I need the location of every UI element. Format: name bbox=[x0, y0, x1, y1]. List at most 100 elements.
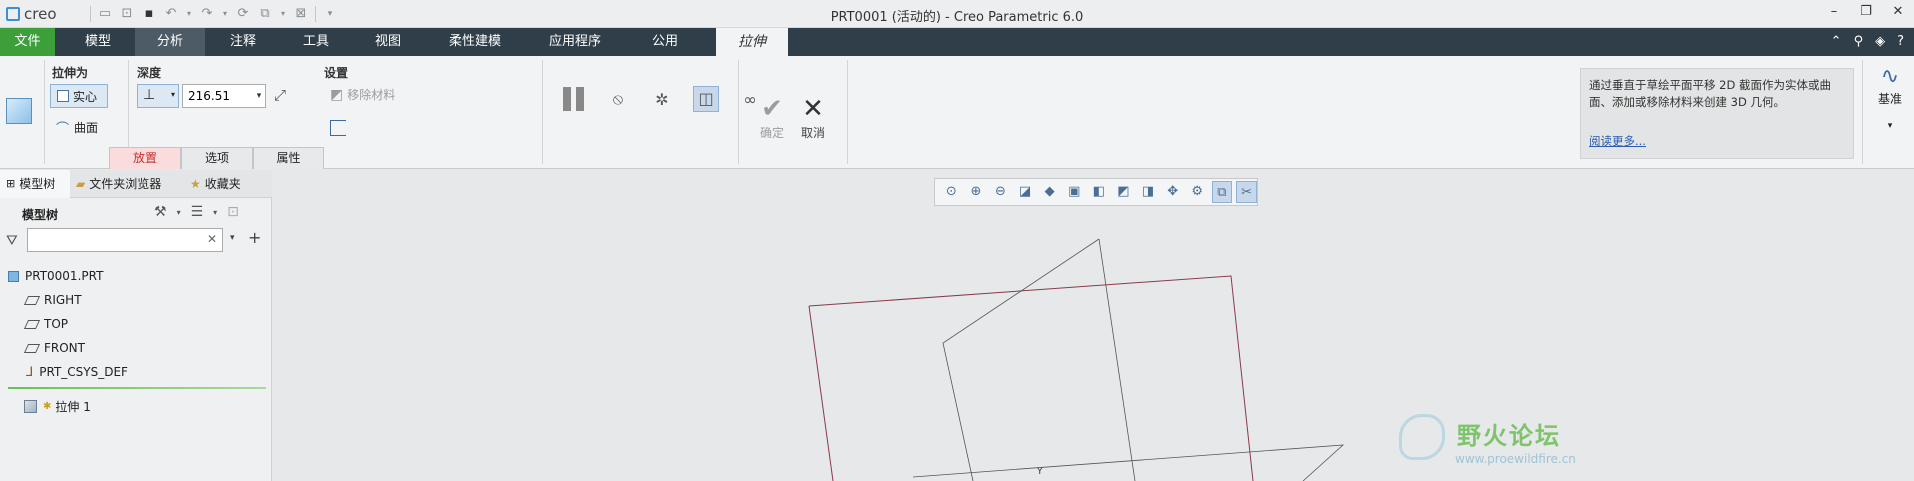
tab-properties[interactable]: 属性 bbox=[253, 147, 324, 169]
view-manager-icon[interactable]: ◧ bbox=[1089, 181, 1110, 203]
help-box: 通过垂直于草绘平面平移 2D 截面作为实体或曲面、添加或移除材料来创建 3D 几… bbox=[1580, 68, 1854, 159]
tree-item-extrude[interactable]: ✱ 拉伸 1 bbox=[24, 398, 91, 415]
search-help-icon[interactable]: ⚲ bbox=[1854, 34, 1864, 49]
menu-file[interactable]: 文件 bbox=[0, 28, 55, 56]
cancel-button[interactable]: ✕ 取消 bbox=[793, 94, 833, 141]
menu-common[interactable]: 公用 bbox=[630, 28, 700, 56]
tree-settings-icon[interactable]: ⚒ bbox=[154, 204, 167, 222]
no-preview-icon[interactable]: ⦸ bbox=[605, 89, 631, 109]
customize-toolbar-icon[interactable]: ▾ bbox=[322, 6, 338, 22]
sketch-view-icon[interactable]: ⧉ bbox=[1211, 181, 1233, 203]
saved-views-icon[interactable]: ▣ bbox=[1064, 181, 1085, 203]
datum-dropdown-icon[interactable]: ▾ bbox=[1868, 121, 1912, 131]
annotation-display-icon[interactable]: ⚙ bbox=[1187, 181, 1208, 203]
datum-plane-icon bbox=[23, 319, 41, 329]
save-icon[interactable]: ▪ bbox=[141, 6, 157, 22]
menu-applications[interactable]: 应用程序 bbox=[535, 28, 615, 56]
read-more-link[interactable]: 阅读更多... bbox=[1589, 133, 1646, 150]
extrude-as-label: 拉伸为 bbox=[52, 66, 89, 80]
tree-columns-dropdown-icon[interactable]: ▾ bbox=[213, 204, 217, 222]
thicken-sketch-icon[interactable] bbox=[330, 120, 346, 136]
tree-item-csys[interactable]: ⅃ PRT_CSYS_DEF bbox=[26, 362, 128, 382]
graphics-window[interactable]: Y ⊙ ⊕ ⊖ ◪ ◆ ▣ ◧ ◩ ◨ ✥ ⚙ ⧉ ✂ 野火论坛 www.pro… bbox=[273, 170, 1914, 481]
redo-dropdown-icon[interactable]: ▾ bbox=[221, 6, 229, 22]
tab-favorites[interactable]: ★ 收藏夹 bbox=[190, 170, 270, 198]
menu-bar: 文件 模型 分析 注释 工具 视图 柔性建模 应用程序 公用 拉伸 ⌃ ⚲ ◈ … bbox=[0, 28, 1914, 56]
refit-icon[interactable]: ⊙ bbox=[941, 181, 962, 203]
tab-folder-browser[interactable]: ▰ 文件夹浏览器 bbox=[76, 170, 182, 198]
regenerate-icon[interactable]: ⟳ bbox=[235, 6, 251, 22]
model-tree-icon: ⊞ bbox=[6, 177, 16, 190]
tree-item-right[interactable]: RIGHT bbox=[23, 290, 82, 310]
cancel-x-icon: ✕ bbox=[802, 94, 824, 124]
zoom-in-icon[interactable]: ⊕ bbox=[966, 181, 987, 203]
tab-model-tree[interactable]: ⊞ 模型树 bbox=[0, 170, 70, 198]
tree-item-top[interactable]: TOP bbox=[23, 314, 68, 334]
redo-icon[interactable]: ↷ bbox=[199, 6, 215, 22]
repaint-icon[interactable]: ◪ bbox=[1015, 181, 1036, 203]
perspective-icon[interactable]: ◩ bbox=[1113, 181, 1134, 203]
insert-here-indicator bbox=[8, 387, 266, 389]
datum-group[interactable]: ∿ 基准 ▾ bbox=[1868, 64, 1912, 131]
close-window-icon[interactable]: ⊠ bbox=[293, 6, 309, 22]
tree-filter-icon[interactable]: ⊡ bbox=[227, 204, 239, 222]
restore-button[interactable]: ❐ bbox=[1858, 4, 1874, 19]
datum-plane-icon bbox=[23, 343, 41, 353]
section-icon[interactable]: ◨ bbox=[1138, 181, 1159, 203]
depth-option-button[interactable]: ⊥ ▾ bbox=[137, 84, 179, 108]
tree-settings-dropdown-icon[interactable]: ▾ bbox=[177, 204, 181, 222]
menubar-right-icons: ⌃ ⚲ ◈ ? bbox=[1831, 34, 1904, 49]
surface-icon: ⌒ bbox=[56, 122, 70, 137]
tree-root[interactable]: PRT0001.PRT bbox=[8, 266, 103, 286]
display-style-icon[interactable]: ◆ bbox=[1039, 181, 1060, 203]
tab-options[interactable]: 选项 bbox=[181, 147, 253, 169]
datum-display-icon[interactable]: ✥ bbox=[1162, 181, 1183, 203]
menu-annotate[interactable]: 注释 bbox=[210, 28, 276, 56]
watermark-url: www.proewildfire.cn bbox=[1455, 452, 1576, 466]
flip-direction-icon[interactable]: ⤢ bbox=[274, 86, 286, 104]
tree-columns-icon[interactable]: ☰ bbox=[191, 204, 204, 222]
depth-label: 深度 bbox=[137, 66, 162, 80]
new-file-icon[interactable]: ▭ bbox=[97, 6, 113, 22]
remove-material-button[interactable]: ◩ 移除材料 bbox=[330, 86, 395, 103]
minimize-ribbon-icon[interactable]: ⌃ bbox=[1831, 34, 1842, 49]
surface-button[interactable]: ⌒ 曲面 bbox=[56, 118, 98, 137]
depth-value-dropdown-icon[interactable]: ▾ bbox=[252, 85, 266, 107]
verify-icon[interactable]: ◫ bbox=[693, 86, 719, 112]
menu-tools[interactable]: 工具 bbox=[283, 28, 349, 56]
menu-analysis[interactable]: 分析 bbox=[135, 28, 205, 56]
datum-plane-outline bbox=[942, 238, 1100, 481]
solid-button[interactable]: 实心 bbox=[50, 84, 108, 108]
ok-button[interactable]: ✔ 确定 bbox=[752, 94, 792, 141]
extrude-feature-icon bbox=[6, 98, 32, 124]
close-button[interactable]: ✕ bbox=[1890, 4, 1906, 19]
settings-label: 设置 bbox=[324, 66, 349, 80]
menu-model[interactable]: 模型 bbox=[66, 28, 130, 56]
minimize-button[interactable]: – bbox=[1826, 4, 1842, 19]
pause-icon[interactable] bbox=[563, 87, 587, 111]
extrude-ribbon: 拉伸为 实心 ⌒ 曲面 深度 ⊥ ▾ ▾ ⤢ 设置 ◩ 移除材料 放置 选项 属… bbox=[0, 56, 1914, 169]
tab-placement[interactable]: 放置 bbox=[109, 147, 181, 169]
ptc-learning-icon[interactable]: ◈ bbox=[1875, 34, 1885, 49]
spin-center-icon[interactable]: ✂ bbox=[1236, 181, 1257, 203]
menu-view[interactable]: 视图 bbox=[355, 28, 421, 56]
tab-extrude[interactable]: 拉伸 bbox=[716, 28, 788, 56]
undo-dropdown-icon[interactable]: ▾ bbox=[185, 6, 193, 22]
tree-search-input[interactable] bbox=[27, 228, 223, 252]
zoom-out-icon[interactable]: ⊖ bbox=[990, 181, 1011, 203]
windows-dropdown-icon[interactable]: ▾ bbox=[279, 6, 287, 22]
undo-icon[interactable]: ↶ bbox=[163, 6, 179, 22]
preview-icon[interactable]: ✲ bbox=[649, 90, 675, 109]
open-file-icon[interactable]: ⊡ bbox=[119, 6, 135, 22]
favorites-icon: ★ bbox=[190, 177, 201, 191]
help-text: 通过垂直于草绘平面平移 2D 截面作为实体或曲面、添加或移除材料来创建 3D 几… bbox=[1589, 78, 1831, 109]
add-filter-icon[interactable]: + bbox=[248, 228, 261, 247]
tree-item-front[interactable]: FRONT bbox=[23, 338, 85, 358]
menu-flexible-modeling[interactable]: 柔性建模 bbox=[435, 28, 515, 56]
help-icon[interactable]: ? bbox=[1897, 34, 1904, 49]
sketch-plane-outline bbox=[808, 275, 1254, 481]
search-dropdown-icon[interactable]: ▾ bbox=[230, 233, 235, 243]
clear-search-icon[interactable]: ✕ bbox=[207, 232, 217, 246]
filter-icon: ⛛ bbox=[6, 233, 18, 249]
windows-icon[interactable]: ⧉ bbox=[257, 6, 273, 22]
